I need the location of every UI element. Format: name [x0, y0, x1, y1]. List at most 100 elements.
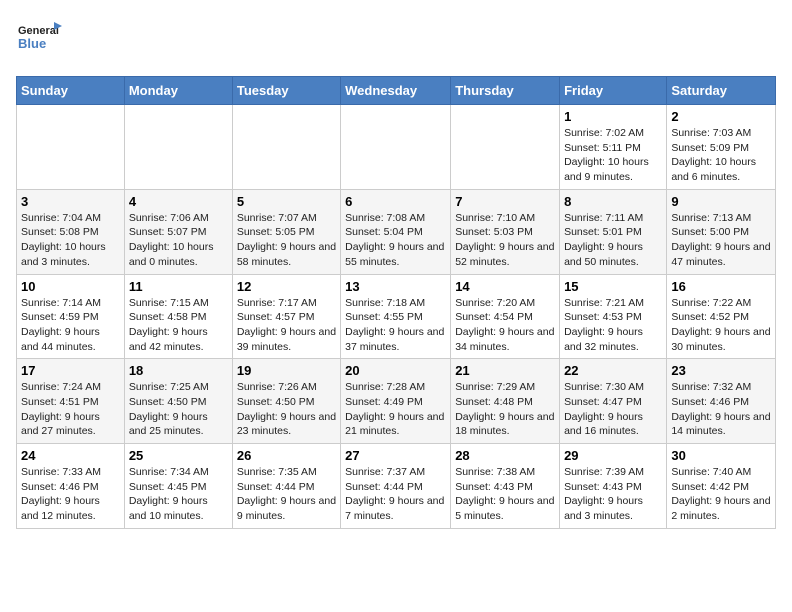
calendar-cell: 25Sunrise: 7:34 AM Sunset: 4:45 PM Dayli… — [124, 444, 232, 529]
svg-text:Blue: Blue — [18, 36, 46, 51]
day-number: 11 — [129, 279, 228, 294]
day-info: Sunrise: 7:39 AM Sunset: 4:43 PM Dayligh… — [564, 465, 662, 524]
day-info: Sunrise: 7:11 AM Sunset: 5:01 PM Dayligh… — [564, 211, 662, 270]
calendar-cell: 22 Sunrise: 7:30 AM Sunset: 4:47 PM Dayli… — [560, 359, 667, 444]
day-number: 17 — [21, 363, 120, 378]
day-header-monday: Monday — [124, 77, 232, 105]
day-number: 29 — [564, 448, 662, 463]
day-number: 23 — [671, 363, 771, 378]
calendar-cell: 13 Sunrise: 7:18 AM Sunset: 4:55 PM Dayli… — [341, 274, 451, 359]
calendar-cell: 20Sunrise: 7:28 AM Sunset: 4:49 PM Dayli… — [341, 359, 451, 444]
calendar-cell: 8 Sunrise: 7:11 AM Sunset: 5:01 PM Daylig… — [560, 189, 667, 274]
day-number: 2 — [671, 109, 771, 124]
day-number: 16 — [671, 279, 771, 294]
calendar-cell: 15 Sunrise: 7:21 AM Sunset: 4:53 PM Dayli… — [560, 274, 667, 359]
calendar-cell: 24 Sunrise: 7:33 AM Sunset: 4:46 PM Dayli… — [17, 444, 125, 529]
calendar-cell: 21Sunrise: 7:29 AM Sunset: 4:48 PM Dayli… — [451, 359, 560, 444]
day-number: 22 — [564, 363, 662, 378]
day-number: 20 — [345, 363, 446, 378]
day-info: Sunrise: 7:25 AM Sunset: 4:50 PM Dayligh… — [129, 380, 228, 439]
day-info: Sunrise: 7:30 AM Sunset: 4:47 PM Dayligh… — [564, 380, 662, 439]
day-info: Sunrise: 7:08 AM Sunset: 5:04 PM Dayligh… — [345, 211, 446, 270]
day-header-friday: Friday — [560, 77, 667, 105]
calendar-cell — [232, 105, 340, 190]
logo: General Blue — [16, 16, 64, 64]
day-number: 1 — [564, 109, 662, 124]
day-info: Sunrise: 7:10 AM Sunset: 5:03 PM Dayligh… — [455, 211, 555, 270]
day-number: 18 — [129, 363, 228, 378]
day-number: 30 — [671, 448, 771, 463]
day-info: Sunrise: 7:21 AM Sunset: 4:53 PM Dayligh… — [564, 296, 662, 355]
day-info: Sunrise: 7:32 AM Sunset: 4:46 PM Dayligh… — [671, 380, 771, 439]
calendar-cell: 4Sunrise: 7:06 AM Sunset: 5:07 PM Daylig… — [124, 189, 232, 274]
day-number: 8 — [564, 194, 662, 209]
week-row-5: 24 Sunrise: 7:33 AM Sunset: 4:46 PM Dayli… — [17, 444, 776, 529]
day-info: Sunrise: 7:24 AM Sunset: 4:51 PM Dayligh… — [21, 380, 120, 439]
day-number: 24 — [21, 448, 120, 463]
day-number: 13 — [345, 279, 446, 294]
day-number: 19 — [237, 363, 336, 378]
day-info: Sunrise: 7:37 AM Sunset: 4:44 PM Dayligh… — [345, 465, 446, 524]
day-info: Sunrise: 7:15 AM Sunset: 4:58 PM Dayligh… — [129, 296, 228, 355]
week-row-3: 10Sunrise: 7:14 AM Sunset: 4:59 PM Dayli… — [17, 274, 776, 359]
calendar-cell: 30 Sunrise: 7:40 AM Sunset: 4:42 PM Dayli… — [667, 444, 776, 529]
day-info: Sunrise: 7:17 AM Sunset: 4:57 PM Dayligh… — [237, 296, 336, 355]
day-number: 28 — [455, 448, 555, 463]
day-info: Sunrise: 7:04 AM Sunset: 5:08 PM Dayligh… — [21, 211, 120, 270]
calendar-cell: 7 Sunrise: 7:10 AM Sunset: 5:03 PM Daylig… — [451, 189, 560, 274]
day-header-saturday: Saturday — [667, 77, 776, 105]
day-info: Sunrise: 7:38 AM Sunset: 4:43 PM Dayligh… — [455, 465, 555, 524]
day-info: Sunrise: 7:14 AM Sunset: 4:59 PM Dayligh… — [21, 296, 120, 355]
calendar-cell: 3 Sunrise: 7:04 AM Sunset: 5:08 PM Daylig… — [17, 189, 125, 274]
day-number: 27 — [345, 448, 446, 463]
calendar-cell: 16 Sunrise: 7:22 AM Sunset: 4:52 PM Dayli… — [667, 274, 776, 359]
calendar-cell — [124, 105, 232, 190]
calendar-cell: 18 Sunrise: 7:25 AM Sunset: 4:50 PM Dayli… — [124, 359, 232, 444]
day-header-tuesday: Tuesday — [232, 77, 340, 105]
day-info: Sunrise: 7:18 AM Sunset: 4:55 PM Dayligh… — [345, 296, 446, 355]
day-number: 26 — [237, 448, 336, 463]
day-number: 5 — [237, 194, 336, 209]
day-header-thursday: Thursday — [451, 77, 560, 105]
calendar-cell: 9 Sunrise: 7:13 AM Sunset: 5:00 PM Daylig… — [667, 189, 776, 274]
week-row-4: 17 Sunrise: 7:24 AM Sunset: 4:51 PM Dayli… — [17, 359, 776, 444]
day-number: 15 — [564, 279, 662, 294]
day-info: Sunrise: 7:13 AM Sunset: 5:00 PM Dayligh… — [671, 211, 771, 270]
day-number: 25 — [129, 448, 228, 463]
week-row-2: 3 Sunrise: 7:04 AM Sunset: 5:08 PM Daylig… — [17, 189, 776, 274]
calendar-cell — [451, 105, 560, 190]
day-info: Sunrise: 7:22 AM Sunset: 4:52 PM Dayligh… — [671, 296, 771, 355]
day-number: 3 — [21, 194, 120, 209]
calendar-cell: 17 Sunrise: 7:24 AM Sunset: 4:51 PM Dayli… — [17, 359, 125, 444]
calendar-table: SundayMondayTuesdayWednesdayThursdayFrid… — [16, 76, 776, 529]
calendar-cell: 6Sunrise: 7:08 AM Sunset: 5:04 PM Daylig… — [341, 189, 451, 274]
day-info: Sunrise: 7:20 AM Sunset: 4:54 PM Dayligh… — [455, 296, 555, 355]
day-header-sunday: Sunday — [17, 77, 125, 105]
day-info: Sunrise: 7:07 AM Sunset: 5:05 PM Dayligh… — [237, 211, 336, 270]
calendar-cell: 5 Sunrise: 7:07 AM Sunset: 5:05 PM Daylig… — [232, 189, 340, 274]
day-info: Sunrise: 7:40 AM Sunset: 4:42 PM Dayligh… — [671, 465, 771, 524]
day-number: 9 — [671, 194, 771, 209]
calendar-cell: 14Sunrise: 7:20 AM Sunset: 4:54 PM Dayli… — [451, 274, 560, 359]
day-info: Sunrise: 7:02 AM Sunset: 5:11 PM Dayligh… — [564, 126, 662, 185]
calendar-cell: 23 Sunrise: 7:32 AM Sunset: 4:46 PM Dayli… — [667, 359, 776, 444]
week-row-1: 1 Sunrise: 7:02 AM Sunset: 5:11 PM Daylig… — [17, 105, 776, 190]
day-number: 7 — [455, 194, 555, 209]
calendar-header-row: SundayMondayTuesdayWednesdayThursdayFrid… — [17, 77, 776, 105]
calendar-cell: 29 Sunrise: 7:39 AM Sunset: 4:43 PM Dayli… — [560, 444, 667, 529]
day-info: Sunrise: 7:03 AM Sunset: 5:09 PM Dayligh… — [671, 126, 771, 185]
day-info: Sunrise: 7:35 AM Sunset: 4:44 PM Dayligh… — [237, 465, 336, 524]
calendar-cell: 19Sunrise: 7:26 AM Sunset: 4:50 PM Dayli… — [232, 359, 340, 444]
calendar-cell: 26 Sunrise: 7:35 AM Sunset: 4:44 PM Dayli… — [232, 444, 340, 529]
day-number: 12 — [237, 279, 336, 294]
day-info: Sunrise: 7:33 AM Sunset: 4:46 PM Dayligh… — [21, 465, 120, 524]
day-header-wednesday: Wednesday — [341, 77, 451, 105]
calendar-cell — [17, 105, 125, 190]
logo-svg: General Blue — [16, 16, 64, 64]
calendar-cell: 28 Sunrise: 7:38 AM Sunset: 4:43 PM Dayli… — [451, 444, 560, 529]
calendar-cell: 11 Sunrise: 7:15 AM Sunset: 4:58 PM Dayli… — [124, 274, 232, 359]
day-number: 4 — [129, 194, 228, 209]
calendar-cell: 27 Sunrise: 7:37 AM Sunset: 4:44 PM Dayli… — [341, 444, 451, 529]
calendar-cell — [341, 105, 451, 190]
calendar-cell: 10Sunrise: 7:14 AM Sunset: 4:59 PM Dayli… — [17, 274, 125, 359]
